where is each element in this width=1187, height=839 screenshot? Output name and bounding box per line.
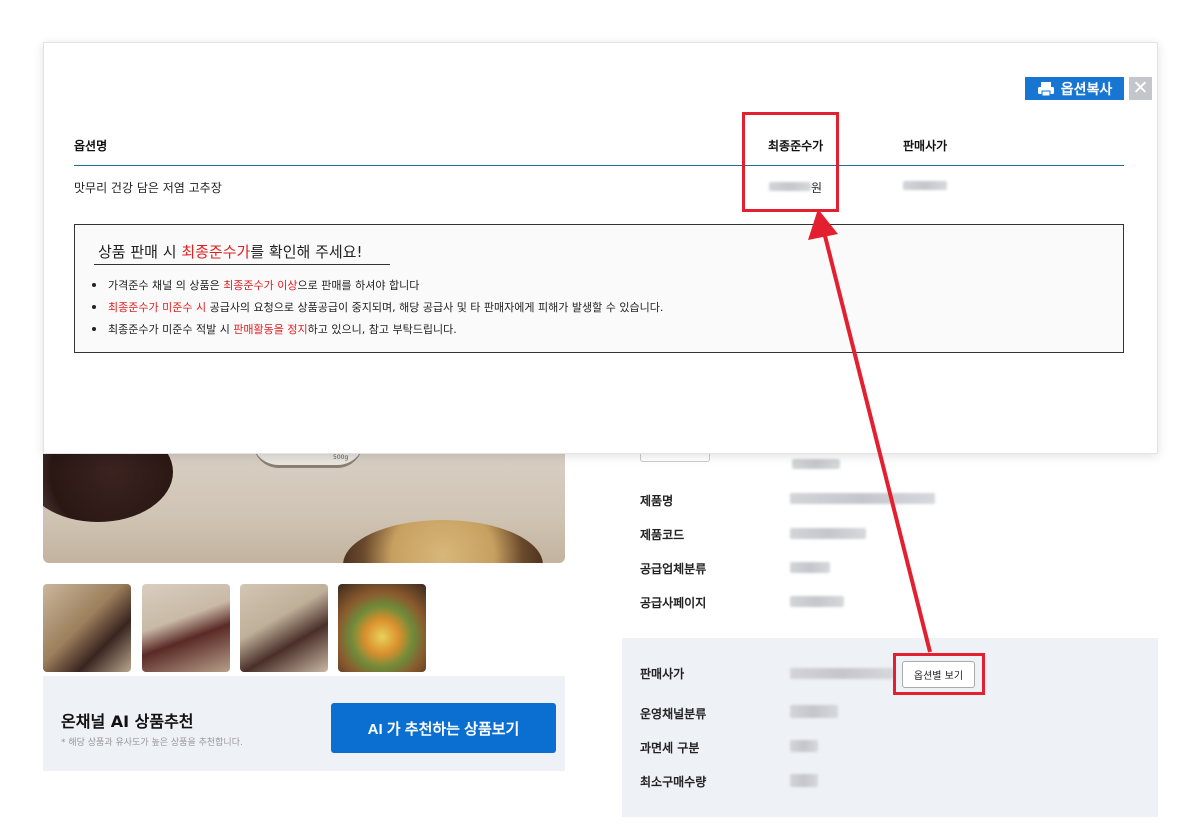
annotation-arrow xyxy=(808,209,932,653)
